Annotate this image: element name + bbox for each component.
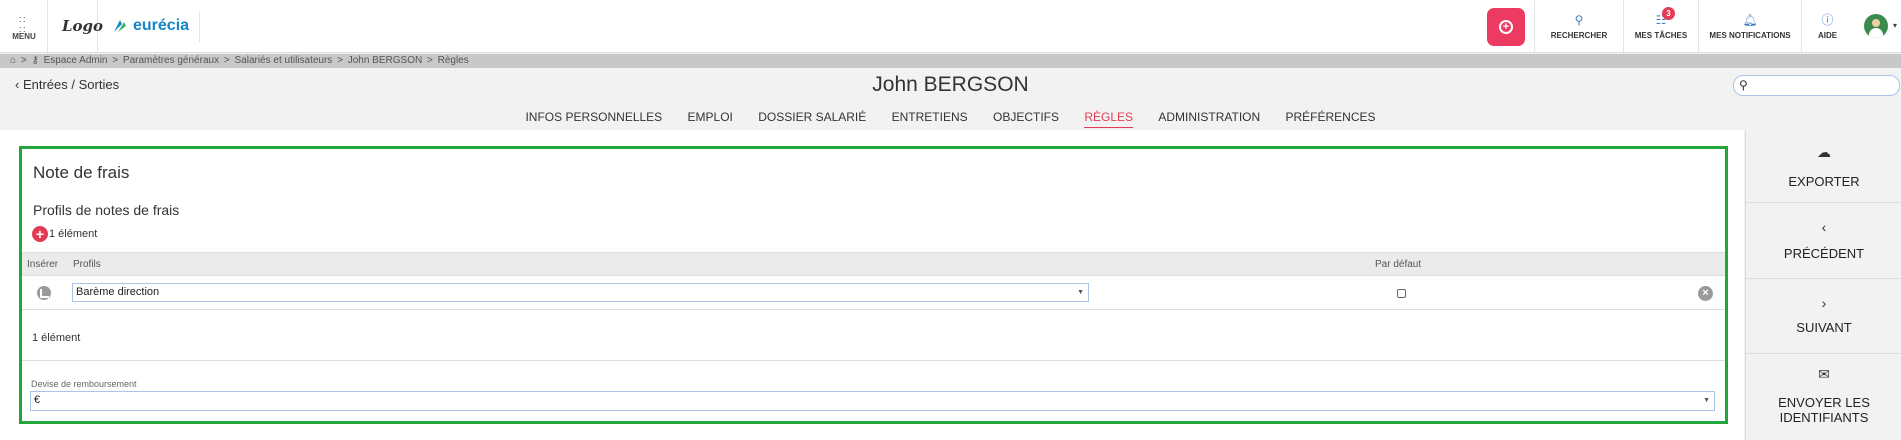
divider bbox=[199, 12, 200, 42]
employee-search[interactable]: ⚲ bbox=[1733, 75, 1900, 96]
profile-select[interactable]: Barème direction ▼ bbox=[72, 283, 1089, 302]
action-sidebar: ☁ EXPORTER ‹ PRÉCÉDENT › SUIVANT ✉ ENVOY… bbox=[1745, 130, 1901, 440]
tab-infos-personnelles[interactable]: INFOS PERSONNELLES bbox=[525, 110, 662, 127]
tab-bar: INFOS PERSONNELLES EMPLOI DOSSIER SALARI… bbox=[0, 110, 1901, 130]
logo-text: Logo bbox=[62, 17, 104, 35]
breadcrumb-separator: > bbox=[223, 55, 230, 66]
search-tool-button[interactable]: ⚲ RECHERCHER bbox=[1534, 0, 1623, 53]
divider bbox=[22, 360, 1725, 361]
breadcrumb-item[interactable]: John BERGSON bbox=[348, 55, 422, 66]
user-avatar[interactable] bbox=[1864, 14, 1888, 38]
tab-regles[interactable]: RÈGLES bbox=[1084, 110, 1134, 128]
previous-label: PRÉCÉDENT bbox=[1783, 246, 1865, 261]
breadcrumb-separator: > bbox=[337, 55, 343, 66]
add-profile-icon[interactable]: + bbox=[32, 226, 48, 242]
search-icon: ⚲ bbox=[1739, 78, 1748, 92]
menu-button[interactable]: ∷ ∷ MENU bbox=[0, 0, 48, 53]
tasks-tool-button[interactable]: ☷ 3 MES TÂCHES bbox=[1623, 0, 1698, 53]
avatar-body bbox=[1869, 28, 1883, 38]
envelope-icon: ✉ bbox=[1818, 366, 1830, 382]
table-row: Barème direction ▼ × bbox=[22, 276, 1725, 310]
help-tool-label: AIDE bbox=[1817, 31, 1838, 40]
top-bar: ∷ ∷ MENU Logo eurécia + ⚲ RECHERCHER ☷ 3 … bbox=[0, 0, 1901, 53]
chevron-down-icon: ▼ bbox=[1703, 397, 1710, 404]
breadcrumb-item[interactable]: Espace Admin bbox=[44, 55, 108, 66]
column-header-default: Par défaut bbox=[1375, 259, 1422, 270]
tab-preferences[interactable]: PRÉFÉRENCES bbox=[1286, 110, 1376, 127]
logo-placeholder[interactable]: Logo bbox=[48, 0, 103, 53]
insert-row-icon[interactable] bbox=[37, 286, 51, 300]
next-button[interactable]: › SUIVANT bbox=[1746, 279, 1901, 354]
key-icon: ⚷ bbox=[31, 55, 39, 66]
user-menu-caret-icon[interactable]: ▾ bbox=[1893, 21, 1901, 30]
chevron-left-icon: ‹ bbox=[1821, 219, 1827, 235]
breadcrumb-item[interactable]: Salariés et utilisateurs bbox=[234, 55, 332, 66]
tab-emploi[interactable]: EMPLOI bbox=[688, 110, 733, 127]
chevron-down-icon: ▼ bbox=[1077, 289, 1084, 296]
search-icon: ⚲ bbox=[1574, 13, 1584, 27]
column-header-profiles: Profils bbox=[73, 259, 101, 270]
tab-dossier-salarie[interactable]: DOSSIER SALARIÉ bbox=[758, 110, 866, 127]
chevron-left-icon: ‹ bbox=[15, 77, 20, 92]
bell-icon: 🔔︎ bbox=[1742, 13, 1758, 27]
tab-entretiens[interactable]: ENTRETIENS bbox=[892, 110, 968, 127]
previous-button[interactable]: ‹ PRÉCÉDENT bbox=[1746, 203, 1901, 279]
tab-objectifs[interactable]: OBJECTIFS bbox=[993, 110, 1059, 127]
breadcrumb: ⌂ > ⚷ Espace Admin > Paramètres généraux… bbox=[0, 54, 1901, 68]
page-header: John BERGSON ‹ Entrées / Sorties ⚲ INFOS… bbox=[0, 68, 1901, 129]
avatar-head bbox=[1872, 19, 1880, 27]
chevron-right-icon: › bbox=[1821, 295, 1827, 311]
page-title: John BERGSON bbox=[872, 73, 1029, 96]
tasks-tool-label: MES TÂCHES bbox=[1634, 31, 1688, 40]
eurecia-logo-icon bbox=[114, 20, 126, 32]
notifications-tool-button[interactable]: 🔔︎ MES NOTIFICATIONS bbox=[1698, 0, 1801, 53]
section-title: Note de frais bbox=[33, 163, 130, 182]
quick-add-button[interactable]: + bbox=[1487, 8, 1525, 46]
back-link[interactable]: ‹ Entrées / Sorties bbox=[15, 77, 119, 92]
delete-row-icon[interactable]: × bbox=[1698, 286, 1713, 301]
help-icon: ⓘ bbox=[1821, 13, 1834, 27]
table-header: Insérer Profils Par défaut bbox=[22, 252, 1725, 276]
element-count: 1 élément bbox=[49, 227, 98, 240]
cloud-upload-icon: ☁ bbox=[1817, 144, 1831, 160]
breadcrumb-item[interactable]: Paramètres généraux bbox=[123, 55, 219, 66]
default-checkbox[interactable] bbox=[1397, 289, 1406, 298]
column-header-insert: Insérer bbox=[27, 259, 59, 270]
tasks-icon: ☷ bbox=[1655, 13, 1667, 27]
employee-search-input[interactable] bbox=[1756, 78, 1894, 93]
brand-name: eurécia bbox=[133, 17, 190, 34]
help-tool-button[interactable]: ⓘ AIDE bbox=[1801, 0, 1853, 53]
back-link-label: Entrées / Sorties bbox=[22, 77, 120, 92]
tab-administration[interactable]: ADMINISTRATION bbox=[1158, 110, 1260, 127]
export-label: EXPORTER bbox=[1788, 174, 1860, 189]
menu-label: MENU bbox=[12, 32, 36, 41]
currency-select[interactable]: € ▼ bbox=[30, 391, 1715, 411]
tasks-count-badge: 3 bbox=[1662, 7, 1675, 20]
element-count-footer: 1 élément bbox=[32, 332, 81, 344]
breadcrumb-separator: > bbox=[20, 55, 27, 66]
breadcrumb-current: Règles bbox=[437, 55, 469, 66]
export-button[interactable]: ☁ EXPORTER bbox=[1746, 130, 1901, 203]
count-row: +1 élément bbox=[32, 226, 97, 242]
plus-icon: + bbox=[1499, 20, 1513, 34]
next-label: SUIVANT bbox=[1796, 320, 1852, 335]
subsection-title: Profils de notes de frais bbox=[33, 202, 180, 218]
search-tool-label: RECHERCHER bbox=[1550, 31, 1608, 40]
send-credentials-button[interactable]: ✉ ENVOYER LES IDENTIFIANTS bbox=[1746, 354, 1901, 440]
currency-label: Devise de remboursement bbox=[31, 379, 137, 389]
expense-rules-panel: Note de frais Profils de notes de frais … bbox=[19, 146, 1728, 424]
notifications-tool-label: MES NOTIFICATIONS bbox=[1709, 31, 1791, 40]
breadcrumb-separator: > bbox=[426, 55, 433, 66]
profile-select-value: Barème direction bbox=[76, 286, 160, 298]
send-credentials-label: ENVOYER LES IDENTIFIANTS bbox=[1778, 395, 1870, 425]
breadcrumb-separator: > bbox=[112, 55, 119, 66]
currency-select-value: € bbox=[34, 394, 41, 406]
home-icon[interactable]: ⌂ bbox=[10, 55, 16, 66]
